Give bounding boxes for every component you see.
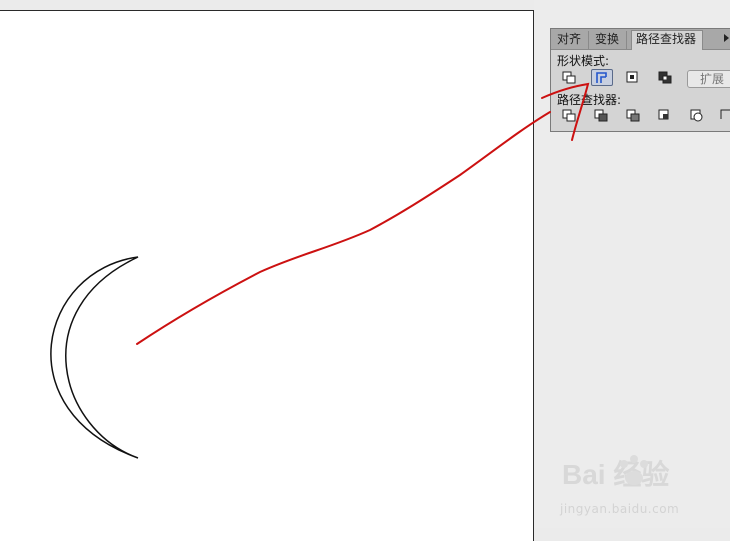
unite-icon bbox=[562, 71, 576, 84]
minus-front-icon bbox=[596, 72, 607, 83]
trim-button[interactable] bbox=[591, 108, 613, 125]
divide-button[interactable] bbox=[559, 108, 581, 125]
watermark-brand: Bai 经验 bbox=[562, 458, 669, 490]
tab-transform[interactable]: 变换 bbox=[591, 31, 627, 49]
divide-icon bbox=[562, 109, 576, 122]
outline-icon bbox=[690, 109, 703, 122]
paw-logo-icon: Bai 经验 bbox=[562, 455, 669, 490]
tab-align[interactable]: 对齐 bbox=[553, 31, 589, 49]
baidu-watermark: Bai 经验 jingyan.baidu.com bbox=[560, 448, 720, 518]
pathfinder-panel: 对齐 变换 路径查找器 形状模式: 扩展 路径查找器: bbox=[550, 28, 730, 132]
pathfinders-label: 路径查找器: bbox=[557, 93, 622, 107]
intersect-icon bbox=[626, 71, 638, 83]
canvas-area: 对齐 变换 路径查找器 形状模式: 扩展 路径查找器: Bai 经验 jingy… bbox=[0, 0, 730, 541]
intersect-button[interactable] bbox=[623, 70, 645, 87]
unite-button[interactable] bbox=[559, 70, 581, 87]
shape-modes-label: 形状模式: bbox=[557, 54, 610, 68]
panel-tab-bar: 对齐 变换 路径查找器 bbox=[551, 29, 730, 50]
exclude-icon bbox=[658, 71, 672, 84]
expand-button[interactable]: 扩展 bbox=[687, 70, 730, 88]
minus-back-icon bbox=[720, 109, 730, 119]
merge-icon bbox=[626, 109, 640, 122]
minus-front-button[interactable] bbox=[591, 69, 613, 86]
exclude-button[interactable] bbox=[655, 70, 677, 87]
tab-pathfinder[interactable]: 路径查找器 bbox=[631, 30, 703, 50]
panel-menu-arrow-icon[interactable] bbox=[724, 34, 729, 42]
crop-icon bbox=[658, 109, 669, 120]
trim-icon bbox=[594, 109, 608, 122]
merge-button[interactable] bbox=[623, 108, 645, 125]
watermark-url: jingyan.baidu.com bbox=[560, 502, 680, 516]
artboard[interactable] bbox=[0, 10, 534, 541]
outline-button[interactable] bbox=[687, 108, 709, 125]
minus-back-button[interactable] bbox=[717, 108, 730, 125]
crop-button[interactable] bbox=[655, 108, 677, 125]
